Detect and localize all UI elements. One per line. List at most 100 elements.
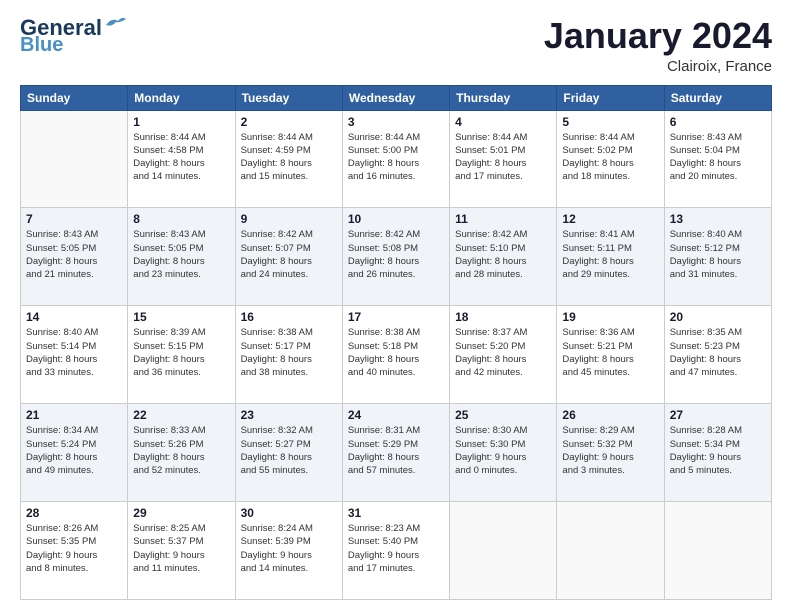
page: General Blue January 2024 Clairoix, Fran… <box>0 0 792 612</box>
table-cell: 9 Sunrise: 8:42 AM Sunset: 5:07 PM Daylig… <box>235 208 342 306</box>
day-number: 6 <box>670 115 766 129</box>
calendar-row: 21Sunrise: 8:34 AM Sunset: 5:24 PM Dayli… <box>21 404 772 502</box>
day-info: Sunrise: 8:42 AM Sunset: 5:07 PM Dayligh… <box>241 228 337 281</box>
day-info: Sunrise: 8:28 AM Sunset: 5:34 PM Dayligh… <box>670 424 766 477</box>
table-cell: 16Sunrise: 8:38 AM Sunset: 5:17 PM Dayli… <box>235 306 342 404</box>
day-number: 22 <box>133 408 229 422</box>
table-cell: 7 Sunrise: 8:43 AM Sunset: 5:05 PM Daylig… <box>21 208 128 306</box>
day-number: 24 <box>348 408 444 422</box>
day-info: Sunrise: 8:33 AM Sunset: 5:26 PM Dayligh… <box>133 424 229 477</box>
day-info: Sunrise: 8:44 AM Sunset: 4:58 PM Dayligh… <box>133 131 229 184</box>
table-cell <box>21 110 128 208</box>
table-cell: 23 Sunrise: 8:32 AM Sunset: 5:27 PM Dayli… <box>235 404 342 502</box>
header-saturday: Saturday <box>664 85 771 110</box>
table-cell: 6Sunrise: 8:43 AM Sunset: 5:04 PM Daylig… <box>664 110 771 208</box>
day-info: Sunrise: 8:31 AM Sunset: 5:29 PM Dayligh… <box>348 424 444 477</box>
day-info: Sunrise: 8:41 AM Sunset: 5:11 PM Dayligh… <box>562 228 658 281</box>
bird-icon <box>104 15 126 33</box>
table-cell: 12 Sunrise: 8:41 AM Sunset: 5:11 PM Dayli… <box>557 208 664 306</box>
day-number: 17 <box>348 310 444 324</box>
table-cell: 29Sunrise: 8:25 AM Sunset: 5:37 PM Dayli… <box>128 502 235 600</box>
day-info: Sunrise: 8:34 AM Sunset: 5:24 PM Dayligh… <box>26 424 122 477</box>
table-cell: 3 Sunrise: 8:44 AM Sunset: 5:00 PM Daylig… <box>342 110 449 208</box>
table-cell: 11 Sunrise: 8:42 AM Sunset: 5:10 PM Dayli… <box>450 208 557 306</box>
day-number: 9 <box>241 212 337 226</box>
day-number: 10 <box>348 212 444 226</box>
day-number: 1 <box>133 115 229 129</box>
day-info: Sunrise: 8:37 AM Sunset: 5:20 PM Dayligh… <box>455 326 551 379</box>
day-info: Sunrise: 8:29 AM Sunset: 5:32 PM Dayligh… <box>562 424 658 477</box>
logo-blue-text: Blue <box>20 34 63 56</box>
table-cell: 24 Sunrise: 8:31 AM Sunset: 5:29 PM Dayli… <box>342 404 449 502</box>
day-number: 11 <box>455 212 551 226</box>
table-cell <box>664 502 771 600</box>
table-cell: 21Sunrise: 8:34 AM Sunset: 5:24 PM Dayli… <box>21 404 128 502</box>
day-info: Sunrise: 8:30 AM Sunset: 5:30 PM Dayligh… <box>455 424 551 477</box>
day-number: 13 <box>670 212 766 226</box>
day-number: 28 <box>26 506 122 520</box>
table-cell: 31Sunrise: 8:23 AM Sunset: 5:40 PM Dayli… <box>342 502 449 600</box>
day-number: 25 <box>455 408 551 422</box>
table-cell <box>557 502 664 600</box>
header-monday: Monday <box>128 85 235 110</box>
table-cell: 15Sunrise: 8:39 AM Sunset: 5:15 PM Dayli… <box>128 306 235 404</box>
table-cell: 25 Sunrise: 8:30 AM Sunset: 5:30 PM Dayli… <box>450 404 557 502</box>
day-info: Sunrise: 8:40 AM Sunset: 5:14 PM Dayligh… <box>26 326 122 379</box>
month-title: January 2024 <box>544 16 772 56</box>
calendar-row: 7 Sunrise: 8:43 AM Sunset: 5:05 PM Daylig… <box>21 208 772 306</box>
table-cell: 1 Sunrise: 8:44 AM Sunset: 4:58 PM Daylig… <box>128 110 235 208</box>
table-cell: 2 Sunrise: 8:44 AM Sunset: 4:59 PM Daylig… <box>235 110 342 208</box>
day-info: Sunrise: 8:36 AM Sunset: 5:21 PM Dayligh… <box>562 326 658 379</box>
day-info: Sunrise: 8:35 AM Sunset: 5:23 PM Dayligh… <box>670 326 766 379</box>
day-number: 31 <box>348 506 444 520</box>
day-number: 7 <box>26 212 122 226</box>
day-info: Sunrise: 8:42 AM Sunset: 5:08 PM Dayligh… <box>348 228 444 281</box>
day-info: Sunrise: 8:43 AM Sunset: 5:05 PM Dayligh… <box>26 228 122 281</box>
day-number: 27 <box>670 408 766 422</box>
logo: General Blue <box>20 16 126 56</box>
header-wednesday: Wednesday <box>342 85 449 110</box>
table-cell: 26Sunrise: 8:29 AM Sunset: 5:32 PM Dayli… <box>557 404 664 502</box>
day-info: Sunrise: 8:44 AM Sunset: 4:59 PM Dayligh… <box>241 131 337 184</box>
header-tuesday: Tuesday <box>235 85 342 110</box>
table-cell: 8 Sunrise: 8:43 AM Sunset: 5:05 PM Daylig… <box>128 208 235 306</box>
calendar-header-row: Sunday Monday Tuesday Wednesday Thursday… <box>21 85 772 110</box>
day-info: Sunrise: 8:26 AM Sunset: 5:35 PM Dayligh… <box>26 522 122 575</box>
table-cell: 20 Sunrise: 8:35 AM Sunset: 5:23 PM Dayli… <box>664 306 771 404</box>
day-number: 12 <box>562 212 658 226</box>
calendar-row: 28 Sunrise: 8:26 AM Sunset: 5:35 PM Dayli… <box>21 502 772 600</box>
location: Clairoix, France <box>544 58 772 75</box>
day-number: 20 <box>670 310 766 324</box>
day-number: 4 <box>455 115 551 129</box>
day-number: 23 <box>241 408 337 422</box>
day-info: Sunrise: 8:32 AM Sunset: 5:27 PM Dayligh… <box>241 424 337 477</box>
table-cell: 27 Sunrise: 8:28 AM Sunset: 5:34 PM Dayli… <box>664 404 771 502</box>
day-info: Sunrise: 8:44 AM Sunset: 5:00 PM Dayligh… <box>348 131 444 184</box>
day-number: 30 <box>241 506 337 520</box>
day-number: 18 <box>455 310 551 324</box>
day-info: Sunrise: 8:40 AM Sunset: 5:12 PM Dayligh… <box>670 228 766 281</box>
table-cell: 14 Sunrise: 8:40 AM Sunset: 5:14 PM Dayli… <box>21 306 128 404</box>
day-number: 14 <box>26 310 122 324</box>
table-cell: 18 Sunrise: 8:37 AM Sunset: 5:20 PM Dayli… <box>450 306 557 404</box>
header-thursday: Thursday <box>450 85 557 110</box>
day-number: 8 <box>133 212 229 226</box>
day-info: Sunrise: 8:25 AM Sunset: 5:37 PM Dayligh… <box>133 522 229 575</box>
day-info: Sunrise: 8:42 AM Sunset: 5:10 PM Dayligh… <box>455 228 551 281</box>
table-cell: 19Sunrise: 8:36 AM Sunset: 5:21 PM Dayli… <box>557 306 664 404</box>
day-number: 3 <box>348 115 444 129</box>
header-friday: Friday <box>557 85 664 110</box>
calendar-row: 14 Sunrise: 8:40 AM Sunset: 5:14 PM Dayli… <box>21 306 772 404</box>
day-number: 5 <box>562 115 658 129</box>
table-cell: 22 Sunrise: 8:33 AM Sunset: 5:26 PM Dayli… <box>128 404 235 502</box>
title-block: January 2024 Clairoix, France <box>544 16 772 75</box>
table-cell: 5Sunrise: 8:44 AM Sunset: 5:02 PM Daylig… <box>557 110 664 208</box>
table-cell: 4Sunrise: 8:44 AM Sunset: 5:01 PM Daylig… <box>450 110 557 208</box>
day-info: Sunrise: 8:38 AM Sunset: 5:17 PM Dayligh… <box>241 326 337 379</box>
day-number: 2 <box>241 115 337 129</box>
day-info: Sunrise: 8:43 AM Sunset: 5:05 PM Dayligh… <box>133 228 229 281</box>
table-cell <box>450 502 557 600</box>
table-cell: 17 Sunrise: 8:38 AM Sunset: 5:18 PM Dayli… <box>342 306 449 404</box>
day-info: Sunrise: 8:38 AM Sunset: 5:18 PM Dayligh… <box>348 326 444 379</box>
day-info: Sunrise: 8:24 AM Sunset: 5:39 PM Dayligh… <box>241 522 337 575</box>
